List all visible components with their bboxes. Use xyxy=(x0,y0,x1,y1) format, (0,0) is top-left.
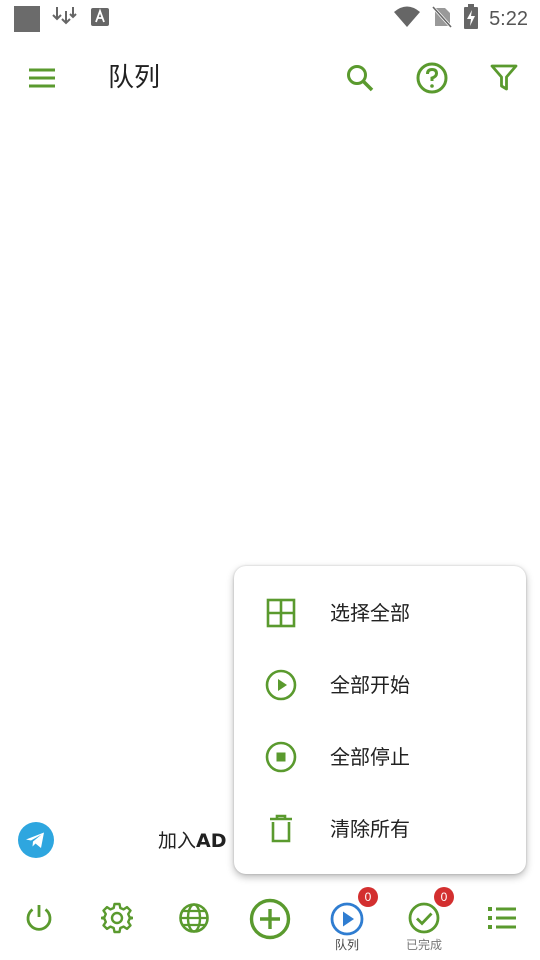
join-telegram-text[interactable]: 加入AD xyxy=(158,826,227,856)
menu-item-label: 全部开始 xyxy=(330,673,410,697)
search-icon xyxy=(347,65,374,92)
nav-browser[interactable] xyxy=(162,880,226,956)
nav-add[interactable] xyxy=(238,880,302,956)
menu-button[interactable] xyxy=(18,54,66,102)
status-bar: 5:22 xyxy=(0,0,540,36)
no-sim-icon xyxy=(431,5,453,33)
nav-label-queue: 队列 xyxy=(334,938,359,952)
completed-badge: 0 xyxy=(434,887,454,907)
menu-item-label: 全部停止 xyxy=(330,745,410,769)
nav-queue[interactable]: 0 队列 xyxy=(315,880,379,956)
check-circle-icon xyxy=(408,902,440,934)
app-bar: 队列 xyxy=(0,50,540,106)
nav-completed[interactable]: 0 已完成 xyxy=(392,880,456,956)
menu-item-label: 选择全部 xyxy=(330,601,410,625)
filter-icon xyxy=(490,64,518,91)
menu-item-start-all[interactable]: 全部开始 xyxy=(234,650,526,722)
notification-square-icon xyxy=(14,6,40,32)
power-icon xyxy=(26,905,52,931)
app-screen: 5:22 队列 加入AD 选择全部 全部开始 全部停止 清除所有 0 队列 0 … xyxy=(0,0,540,960)
nav-label-completed: 已完成 xyxy=(405,938,442,952)
overflow-popup-menu: 选择全部 全部开始 全部停止 清除所有 xyxy=(234,566,526,874)
nav-power[interactable] xyxy=(7,880,71,956)
join-bold: AD xyxy=(196,830,227,852)
download-icon xyxy=(52,5,78,33)
status-time: 5:22 xyxy=(489,8,528,30)
menu-icon xyxy=(29,68,55,88)
select-all-grid-icon xyxy=(264,594,298,632)
play-circle-icon xyxy=(330,902,364,936)
bottom-nav: 0 队列 0 已完成 xyxy=(0,880,540,960)
queue-badge: 0 xyxy=(358,887,378,907)
list-icon xyxy=(488,907,516,929)
battery-charging-icon xyxy=(463,4,479,34)
stop-circle-icon xyxy=(264,738,298,776)
add-circle-icon xyxy=(249,898,291,940)
globe-icon xyxy=(179,903,209,933)
filter-button[interactable] xyxy=(480,54,528,102)
join-prefix: 加入 xyxy=(158,830,197,852)
trash-icon xyxy=(264,810,298,848)
search-button[interactable] xyxy=(336,54,384,102)
status-right-icons: 5:22 xyxy=(393,4,528,34)
telegram-icon[interactable] xyxy=(18,822,54,858)
gear-icon xyxy=(101,902,133,934)
menu-item-select-all[interactable]: 选择全部 xyxy=(234,578,526,650)
font-icon xyxy=(90,7,110,31)
nav-list[interactable] xyxy=(470,880,534,956)
help-button[interactable] xyxy=(408,54,456,102)
menu-item-label: 清除所有 xyxy=(330,817,410,841)
wifi-icon xyxy=(393,5,421,33)
menu-item-clear-all[interactable]: 清除所有 xyxy=(234,794,526,866)
page-title: 队列 xyxy=(108,63,161,93)
nav-settings[interactable] xyxy=(85,880,149,956)
menu-item-stop-all[interactable]: 全部停止 xyxy=(234,722,526,794)
status-left-icons xyxy=(14,5,110,33)
help-icon xyxy=(416,62,448,94)
play-circle-icon xyxy=(264,666,298,704)
